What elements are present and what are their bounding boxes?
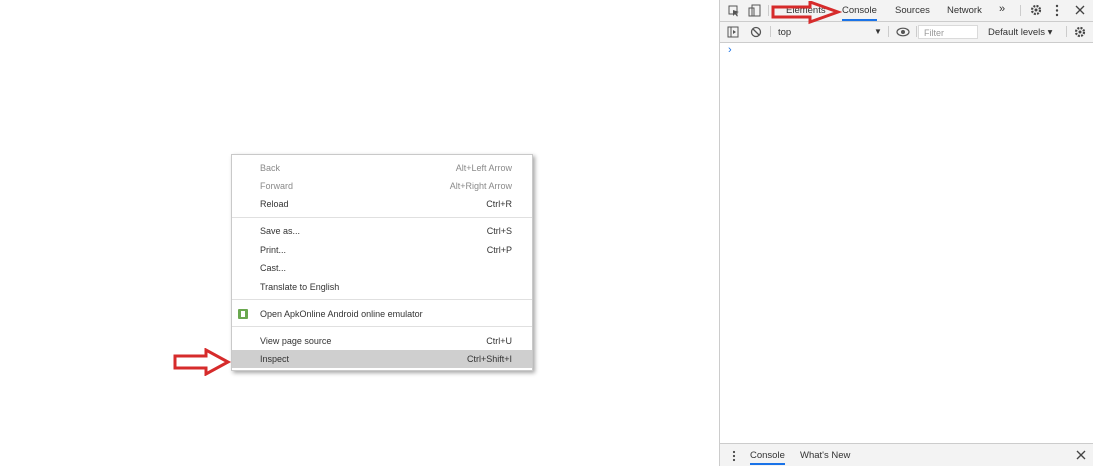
drawer-menu-kebab-icon[interactable]	[731, 450, 737, 462]
menu-item-reload[interactable]: Reload Ctrl+R	[232, 195, 532, 213]
menu-item-shortcut: Ctrl+R	[486, 199, 512, 209]
menu-item-save-as[interactable]: Save as... Ctrl+S	[232, 222, 532, 240]
menu-item-forward[interactable]: Forward Alt+Right Arrow	[232, 177, 532, 195]
tab-sources[interactable]: Sources	[895, 5, 930, 16]
menu-item-print[interactable]: Print... Ctrl+P	[232, 241, 532, 259]
toolbar-divider	[916, 26, 917, 37]
menu-separator	[232, 326, 532, 327]
menu-item-shortcut: Ctrl+U	[486, 336, 512, 346]
filter-input[interactable]: Filter	[918, 25, 978, 39]
menu-item-label: View page source	[260, 336, 332, 346]
context-selector[interactable]: top	[778, 27, 791, 38]
annotation-arrow-console	[771, 1, 842, 25]
console-settings-gear-icon[interactable]	[1074, 26, 1086, 38]
toolbar-divider	[1020, 5, 1021, 16]
menu-item-back[interactable]: Back Alt+Left Arrow	[232, 159, 532, 177]
menu-item-label: Save as...	[260, 226, 301, 236]
clear-console-icon[interactable]	[750, 26, 762, 38]
menu-item-shortcut: Alt+Left Arrow	[455, 163, 512, 173]
console-toolbar: top ▼ Filter Default levels ▾	[720, 22, 1093, 43]
toolbar-divider	[768, 5, 769, 16]
menu-item-label: Forward	[260, 181, 294, 191]
menu-item-apkonline[interactable]: Open ApkOnline Android online emulator	[232, 305, 532, 323]
menu-item-label: Inspect	[260, 354, 290, 364]
menu-item-label: Print...	[260, 245, 287, 255]
menu-item-shortcut: Ctrl+P	[486, 245, 512, 255]
annotation-arrow-inspect	[173, 348, 232, 376]
log-levels-dropdown[interactable]: Default levels ▾	[988, 27, 1052, 38]
live-expression-eye-icon[interactable]	[896, 26, 910, 38]
menu-item-label: Translate to English	[260, 282, 340, 292]
context-menu: Back Alt+Left Arrow Forward Alt+Right Ar…	[231, 154, 533, 371]
menu-item-inspect[interactable]: Inspect Ctrl+Shift+I	[232, 350, 532, 368]
menu-item-label: Open ApkOnline Android online emulator	[260, 309, 423, 319]
tab-console[interactable]: Console	[842, 5, 877, 21]
more-tabs-button[interactable]: »	[999, 3, 1005, 15]
show-sidebar-icon[interactable]	[727, 26, 739, 38]
menu-item-translate[interactable]: Translate to English	[232, 278, 532, 296]
drawer-tab-whats-new[interactable]: What's New	[800, 450, 850, 461]
close-icon[interactable]	[1075, 5, 1085, 15]
device-toolbar-icon[interactable]	[748, 4, 761, 17]
toolbar-divider	[888, 26, 889, 37]
menu-separator	[232, 217, 532, 218]
menu-item-shortcut: Ctrl+S	[486, 226, 512, 236]
drawer-tab-console[interactable]: Console	[750, 450, 785, 465]
devtools-panel: Elements Console Sources Network » top ▼…	[719, 0, 1093, 466]
apkonline-icon	[238, 309, 248, 319]
menu-item-label: Cast...	[260, 263, 287, 273]
settings-gear-icon[interactable]	[1030, 4, 1042, 16]
inspect-element-icon[interactable]	[728, 5, 740, 17]
menu-item-cast[interactable]: Cast...	[232, 259, 532, 277]
drawer-close-icon[interactable]	[1076, 450, 1086, 460]
menu-separator	[232, 299, 532, 300]
toolbar-divider	[770, 26, 771, 37]
menu-item-shortcut: Alt+Right Arrow	[449, 181, 512, 191]
more-options-kebab-icon[interactable]	[1054, 4, 1060, 17]
toolbar-divider	[1066, 26, 1067, 37]
menu-item-label: Back	[260, 163, 281, 173]
tab-network[interactable]: Network	[947, 5, 982, 16]
devtools-drawer: Console What's New	[720, 443, 1093, 466]
menu-item-shortcut: Ctrl+Shift+I	[466, 354, 512, 364]
console-prompt[interactable]: ›	[728, 44, 732, 56]
menu-item-view-source[interactable]: View page source Ctrl+U	[232, 332, 532, 350]
context-dropdown-caret-icon[interactable]: ▼	[874, 27, 882, 36]
menu-item-label: Reload	[260, 199, 289, 209]
